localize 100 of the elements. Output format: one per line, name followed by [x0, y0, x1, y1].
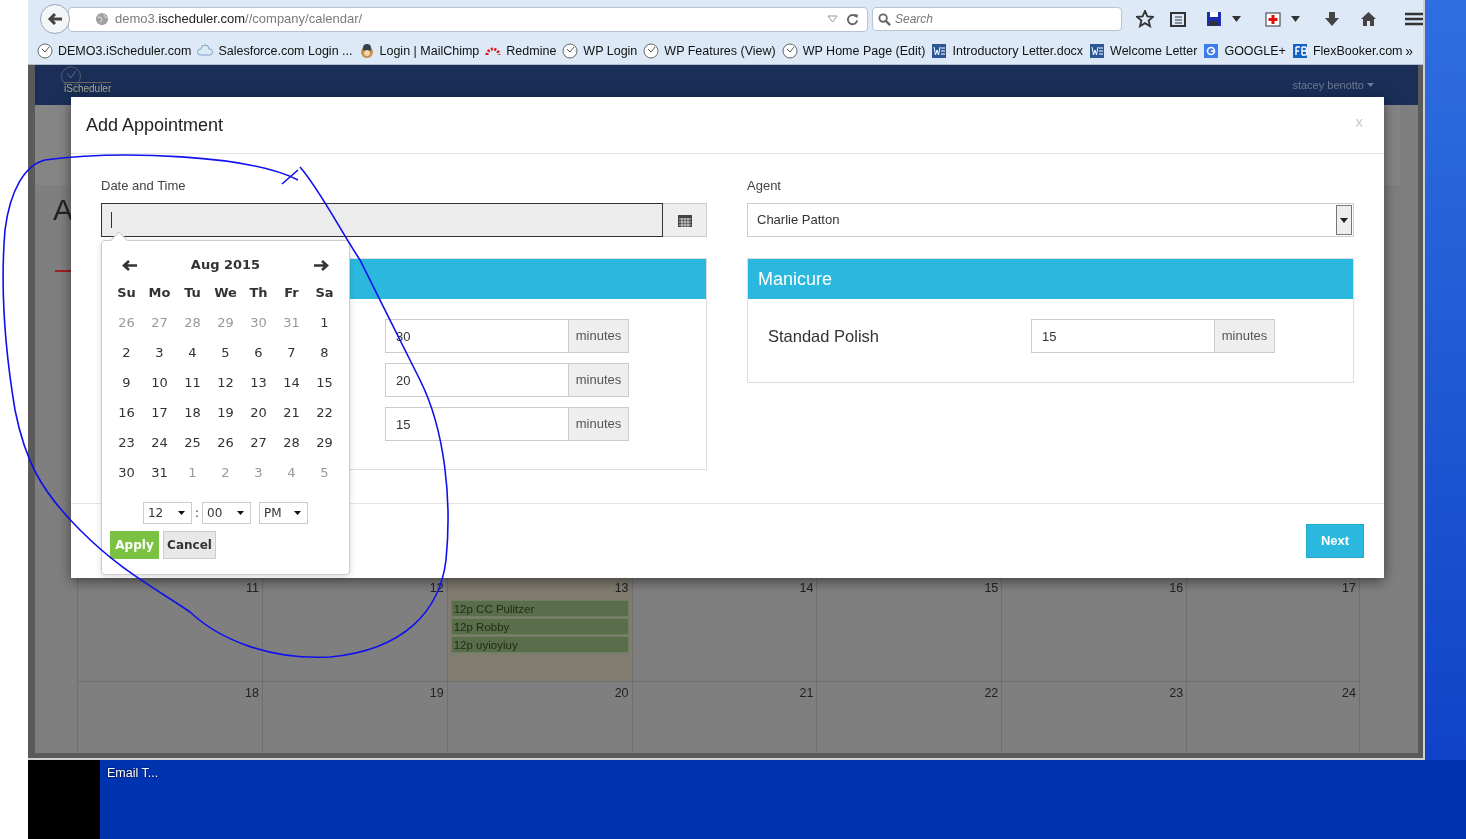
- caret-icon: [1367, 83, 1374, 87]
- date-time-field[interactable]: [101, 203, 663, 237]
- day-number: 13: [614, 582, 629, 595]
- calendar-day[interactable]: 20: [242, 403, 275, 423]
- calendar-day[interactable]: 10: [143, 373, 176, 393]
- calendar-day[interactable]: 6: [242, 343, 275, 363]
- search-input[interactable]: Search: [895, 10, 1116, 28]
- bookmark-link[interactable]: FlexBooker.com: [1291, 41, 1403, 61]
- bookmark-link[interactable]: Welcome Letter: [1089, 41, 1198, 61]
- duration-field[interactable]: 15: [1031, 319, 1215, 353]
- bookmark-link[interactable]: WP Features (View): [643, 41, 776, 61]
- calendar-day[interactable]: 13: [242, 373, 275, 393]
- taskbar-item[interactable]: Email T...: [107, 764, 159, 783]
- day-number: 16: [1169, 582, 1184, 595]
- calendar-day[interactable]: 18: [176, 403, 209, 423]
- bookmarks-overflow-button[interactable]: »: [1405, 41, 1413, 62]
- calendar-day[interactable]: 22: [308, 403, 341, 423]
- calendar-day[interactable]: 8: [308, 343, 341, 363]
- letters-fb-icon: [1291, 43, 1308, 59]
- reload-icon[interactable]: [846, 12, 859, 26]
- time-select[interactable]: 00: [202, 502, 251, 524]
- day-number: 21: [799, 687, 814, 700]
- calendar-day[interactable]: 5: [209, 343, 242, 363]
- calendar-day[interactable]: 21: [275, 403, 308, 423]
- back-button[interactable]: [40, 4, 70, 34]
- calendar-day[interactable]: 23: [110, 433, 143, 453]
- weekday-label: Th: [248, 284, 269, 303]
- duration-field[interactable]: 15: [385, 407, 569, 441]
- bookmark-link[interactable]: DEMO3.iScheduler.com: [37, 41, 192, 61]
- weekday-label: Mo: [147, 284, 172, 303]
- caret-icon: [237, 511, 244, 515]
- agent-select[interactable]: Charlie Patton: [747, 203, 1354, 237]
- calendar-day[interactable]: 25: [176, 433, 209, 453]
- calendar-day[interactable]: 7: [275, 343, 308, 363]
- calendar-button[interactable]: [663, 203, 707, 237]
- clock-check-icon: [59, 66, 83, 85]
- search-icon: [878, 12, 891, 26]
- calendar-day[interactable]: 3: [143, 343, 176, 363]
- calendar-day[interactable]: 31: [143, 463, 176, 483]
- weekday-label: Sa: [314, 284, 335, 303]
- document-icon: [931, 43, 948, 59]
- select-value: Charlie Patton: [757, 211, 840, 230]
- bookmark-link[interactable]: Introductory Letter.docx: [931, 41, 1084, 61]
- calendar-day[interactable]: 9: [110, 373, 143, 393]
- calendar-day[interactable]: 17: [143, 403, 176, 423]
- duration-field[interactable]: 20: [385, 363, 569, 397]
- home-icon[interactable]: [1360, 11, 1377, 27]
- calendar-day[interactable]: 16: [110, 403, 143, 423]
- calendar-day[interactable]: 26: [209, 433, 242, 453]
- caret-icon: [177, 511, 185, 515]
- day-number: 11: [245, 582, 259, 595]
- day-number: 14: [799, 582, 814, 595]
- time-separator: :: [194, 505, 199, 522]
- clock-icon: [643, 43, 660, 59]
- unit-label: minutes: [569, 407, 629, 441]
- first-aid-icon[interactable]: [1265, 11, 1281, 27]
- time-select[interactable]: 12: [142, 502, 192, 524]
- bookmark-link[interactable]: Redmine: [485, 41, 557, 61]
- bookmark-link[interactable]: GOOGLE+: [1203, 41, 1286, 61]
- calendar-day[interactable]: 1: [308, 313, 341, 333]
- calendar-day[interactable]: 14: [275, 373, 308, 393]
- right-arrow-icon[interactable]: [314, 259, 329, 271]
- calendar-day[interactable]: 4: [176, 343, 209, 363]
- month-title: Aug 2015: [190, 256, 261, 275]
- calendar-day[interactable]: 11: [176, 373, 209, 393]
- left-arrow-icon[interactable]: [122, 259, 137, 271]
- calendar-day[interactable]: 12: [209, 373, 242, 393]
- monkey-icon: [358, 43, 375, 59]
- time-select[interactable]: PM: [259, 502, 308, 524]
- calendar-day[interactable]: 30: [110, 463, 143, 483]
- day-number: 22: [984, 687, 999, 700]
- calendar-day[interactable]: 27: [242, 433, 275, 453]
- calendar-day[interactable]: 29: [308, 433, 341, 453]
- calendar-day[interactable]: 19: [209, 403, 242, 423]
- panel-title: Manicure: [748, 259, 1353, 299]
- dropdown-arrow-icon[interactable]: [1232, 16, 1241, 22]
- search-bar[interactable]: Search: [872, 7, 1122, 31]
- letter-g-icon: [1203, 43, 1220, 59]
- field-label: Date and Time: [101, 177, 187, 195]
- calendar-day[interactable]: 24: [143, 433, 176, 453]
- reading-list-icon[interactable]: [1170, 11, 1186, 27]
- day-number: 17: [1342, 582, 1356, 595]
- calendar-day[interactable]: 2: [110, 343, 143, 363]
- clock-icon: [37, 43, 53, 59]
- cancel-button[interactable]: Cancel: [163, 531, 216, 559]
- day-number: 23: [1169, 687, 1184, 700]
- dropdown-arrow-icon[interactable]: [1291, 16, 1300, 22]
- bookmark-link[interactable]: WP Login: [562, 41, 638, 61]
- download-icon[interactable]: [1324, 11, 1340, 27]
- document-icon: [1089, 43, 1106, 59]
- bookmark-link[interactable]: WP Home Page (Edit): [781, 41, 926, 61]
- unit-label: minutes: [569, 319, 629, 353]
- calendar-day[interactable]: 15: [308, 373, 341, 393]
- address-bar[interactable]: demo3.ischeduler.com//company/calendar/: [68, 6, 868, 32]
- menu-icon[interactable]: [1405, 12, 1423, 26]
- bookmark-link[interactable]: Login | MailChimp: [358, 41, 480, 61]
- calendar-day[interactable]: 28: [275, 433, 308, 453]
- star-icon[interactable]: [1136, 10, 1154, 28]
- bookmark-link[interactable]: Salesforce.com Login ...: [197, 41, 353, 61]
- field-label: Agent: [747, 177, 782, 195]
